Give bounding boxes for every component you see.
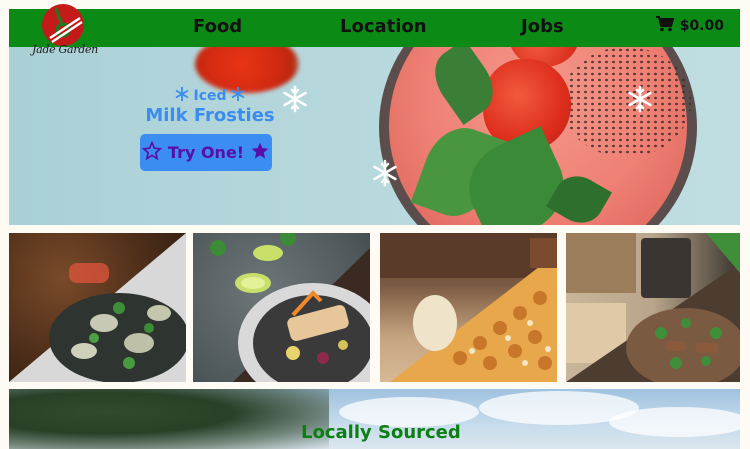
cart-total: $0.00 <box>679 18 724 34</box>
food-gallery <box>9 233 740 382</box>
food-tile-fish[interactable] <box>193 233 370 382</box>
nav-link-food[interactable]: Food <box>193 16 242 37</box>
star-icon <box>250 141 270 165</box>
star-outline-icon <box>141 140 163 165</box>
hero-banner: Iced Milk Frosties Try One! <box>9 47 740 225</box>
try-one-button[interactable]: Try One! <box>140 134 272 171</box>
snowflake-icon <box>174 86 190 106</box>
section-title: Locally Sourced <box>301 422 461 443</box>
cart-button[interactable]: $0.00 <box>655 16 724 36</box>
food-tile-noodle[interactable] <box>566 233 740 382</box>
cloud <box>609 407 740 437</box>
food-tile-mussels[interactable] <box>9 233 186 382</box>
fish-plate-image <box>210 233 370 382</box>
page: Food Location Jobs $0.00 Jade Garden Ice… <box>0 0 750 449</box>
noodle-dish-image <box>566 233 740 382</box>
food-tile-fried[interactable] <box>380 233 557 382</box>
snowflake-icon <box>626 85 654 117</box>
promo-heading: Iced Milk Frosties <box>145 87 275 126</box>
snowflake-icon <box>281 85 309 117</box>
try-one-label: Try One! <box>167 143 245 162</box>
shopping-cart-icon <box>655 16 675 36</box>
logo-text: Jade Garden <box>32 43 98 56</box>
nav-link-location[interactable]: Location <box>340 16 427 37</box>
tree-image <box>9 389 329 449</box>
logo-emblem <box>42 4 84 46</box>
locally-sourced-section: Locally Sourced <box>9 389 740 449</box>
fried-dish-image <box>380 233 557 382</box>
snowflake-icon <box>230 86 246 106</box>
snowflake-icon <box>371 159 399 191</box>
mussels-plate-image <box>9 233 186 382</box>
logo[interactable]: Jade Garden <box>32 4 98 60</box>
nav-link-jobs[interactable]: Jobs <box>521 16 564 37</box>
top-nav: Food Location Jobs $0.00 <box>9 9 740 47</box>
promo-title: Milk Frosties <box>145 105 275 126</box>
promo-line-1: Iced <box>193 88 227 104</box>
